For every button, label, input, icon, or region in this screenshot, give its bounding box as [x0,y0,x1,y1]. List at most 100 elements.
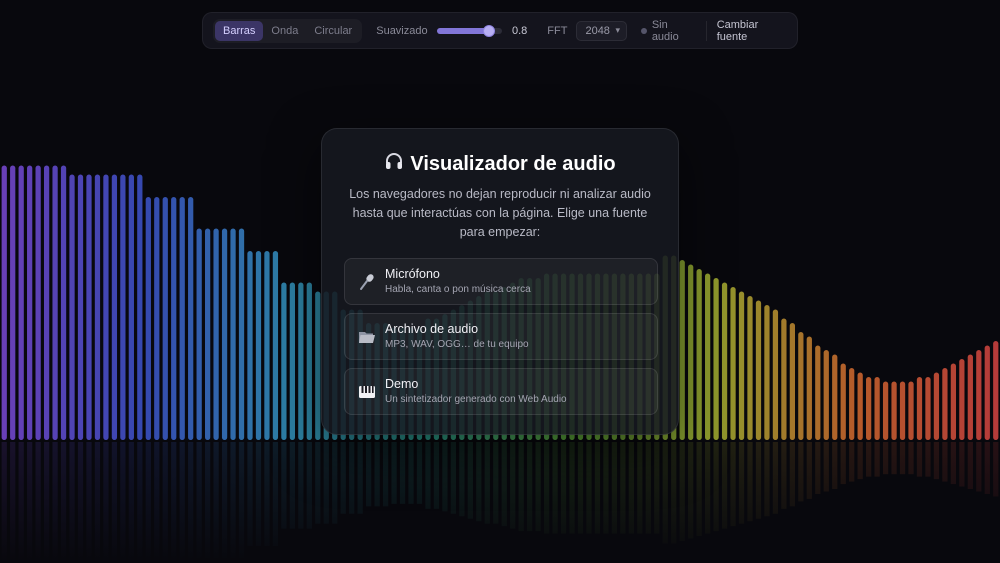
fft-select[interactable]: 2048 ▾ [576,20,628,41]
spectrum-bar [764,305,770,440]
dialog-title: Visualizador de audio [344,151,656,177]
spectrum-bar [255,251,262,440]
spectrum-bar [925,377,931,440]
spectrum-bar [891,381,897,440]
spectrum-bar [823,350,829,440]
spectrum-bar [221,228,228,440]
spectrum-bar [942,368,948,440]
fft-value: 2048 [585,24,610,37]
spectrum-bar [959,359,965,440]
spectrum-bar [154,197,160,440]
source-options: Micrófono Habla, canta o pon música cerc… [344,258,658,415]
spectrum-bar [713,278,719,440]
mode-selector: Barras Onda Circular [213,18,363,43]
spectrum-bar [1,165,7,440]
microphone-icon [357,272,377,292]
option-subtitle: MP3, WAV, OGG… de tu equipo [385,339,529,350]
spectrum-bar [52,165,58,440]
spectrum-bar [230,228,236,440]
spectrum-bar [874,377,880,440]
spectrum-bar [721,282,728,440]
spectrum-bar [806,336,812,440]
spectrum-bar [145,197,151,440]
dialog-description: Los navegadores no dejan reproducir ni a… [349,187,651,239]
spectrum-bar [755,300,762,440]
status-dot-icon [641,27,647,34]
smoothing-slider[interactable] [436,24,502,37]
spectrum-bar [916,377,923,440]
spectrum-bar [315,291,321,440]
spectrum-bar [832,354,838,440]
spectrum-bar [976,350,982,440]
option-title: Demo [385,377,419,391]
change-source-button[interactable]: Cambiar fuente [717,19,789,43]
spectrum-bar [688,264,694,440]
spectrum-bar [705,273,711,440]
toolbar: Barras Onda Circular Suavizado 0.8 FFT 204… [202,12,798,49]
spectrum-bar [840,363,846,440]
spectrum-bar [247,251,253,440]
spectrum-bar [866,377,872,440]
folder-icon [357,327,377,347]
option-title: Archivo de audio [385,322,479,336]
spectrum-bar [899,381,906,440]
spectrum-bar [950,363,957,440]
spectrum-bar [789,323,795,440]
fft-label: FFT [547,24,568,37]
spectrum-bar [162,197,168,440]
piano-icon [357,382,377,402]
spectrum-bar [43,165,50,440]
spectrum-bar [933,372,940,440]
spectrum-bar [696,269,702,440]
source-option-microphone[interactable]: Micrófono Habla, canta o pon música cerc… [344,258,658,305]
spectrum-bar [781,318,787,440]
spectrum-bar [205,228,211,440]
mode-tab-onda[interactable]: Onda [263,21,306,41]
audio-status: Sin audio [641,19,696,43]
option-title: Micrófono [385,267,440,281]
spectrum-bar [213,228,219,440]
spectrum-bar [849,368,855,440]
spectrum-bar [128,174,134,440]
spectrum-bar [77,174,84,440]
spectrum-bar [857,372,863,440]
visualizer-stage: Barras Onda Circular Suavizado 0.8 FFT 204… [0,0,1000,563]
spectrum-bar [86,174,92,440]
spectrum-bar [730,287,736,440]
source-option-demo[interactable]: Demo Un sintetizador generado con Web Au… [344,368,658,415]
spectrum-bar [306,282,312,440]
spectrum-bar [679,260,685,440]
spectrum-bar [882,381,889,440]
spectrum-bar [815,345,821,440]
spectrum-bar [120,174,126,440]
spectrum-bar [993,341,999,440]
spectrum-bar [10,165,16,440]
spectrum-bar [111,174,118,440]
spectrum-bar [238,228,245,440]
mode-tab-circular[interactable]: Circular [306,21,360,41]
spectrum-bar [196,228,202,440]
dialog-title-text: Visualizador de audio [410,152,616,175]
status-text: Sin audio [651,18,679,43]
smoothing-slider-knob[interactable] [482,24,495,37]
spectrum-bar [27,165,33,440]
spectrum-bar [171,197,177,440]
spectrum-bar [908,381,914,440]
mode-tab-barras[interactable]: Barras [215,20,264,41]
spectrum-bar [747,296,753,440]
spectrum-bar [984,345,990,440]
spectrum-bar [69,174,75,440]
spectrum-bar [35,165,41,440]
spectrum-bar [967,354,973,440]
toolbar-divider [705,20,707,41]
spectrum-bar [188,197,194,440]
spectrum-bar [94,174,101,440]
spectrum-bar [18,165,24,440]
source-option-file[interactable]: Archivo de audio MP3, WAV, OGG… de tu eq… [344,313,658,360]
headphones-icon [384,151,404,177]
spectrum-bar [298,282,304,440]
spectrum-bar [798,332,804,440]
smoothing-label: Suavizado [376,24,428,37]
spectrum-bar [738,291,745,440]
spectrum-bar [272,251,279,440]
